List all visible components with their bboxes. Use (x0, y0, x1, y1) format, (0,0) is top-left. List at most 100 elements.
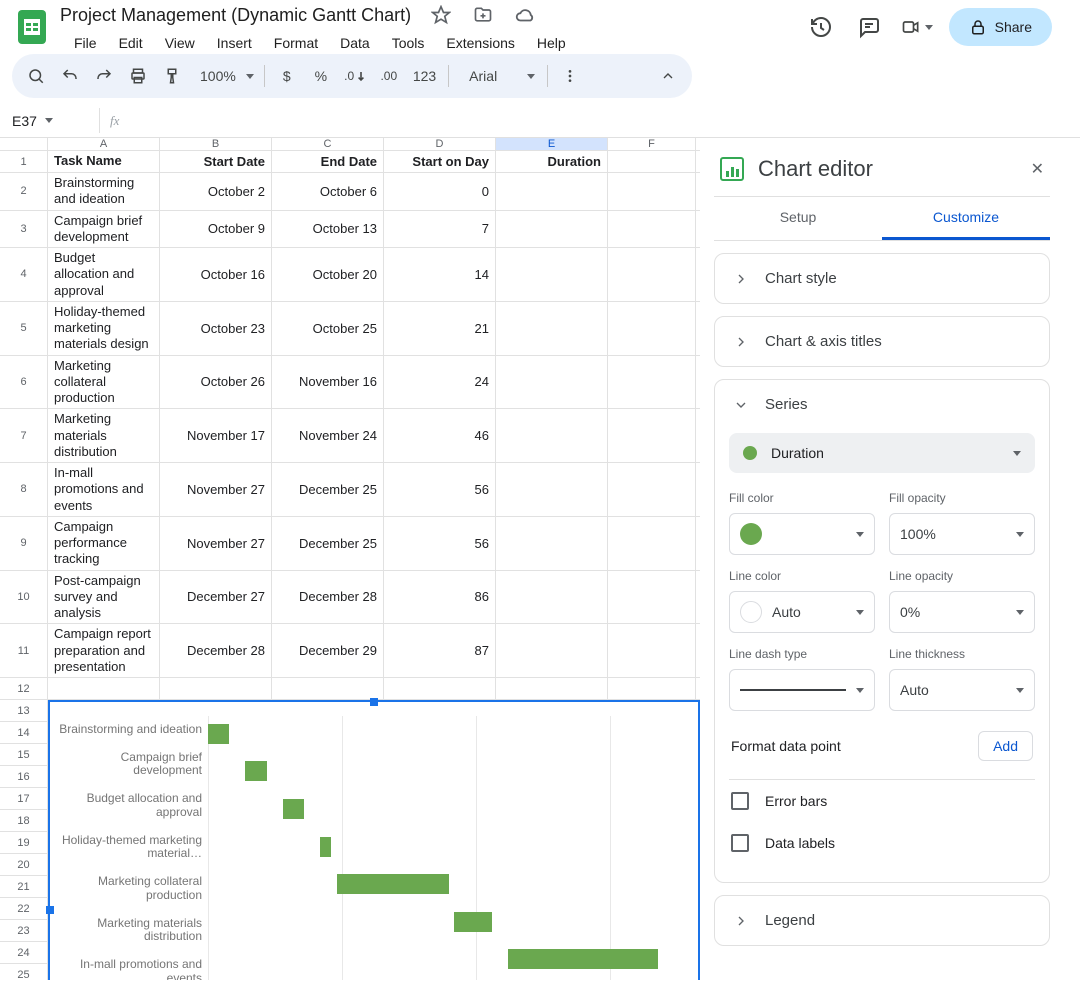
line-dash-select[interactable] (729, 669, 875, 711)
section-chart-axis-titles[interactable]: Chart & axis titles (715, 317, 1049, 366)
cell[interactable]: Campaign brief development (48, 211, 160, 248)
cell[interactable]: November 27 (160, 517, 272, 570)
row-header[interactable]: 2 (0, 173, 48, 210)
cell[interactable] (608, 356, 696, 409)
cell[interactable]: 24 (384, 356, 496, 409)
cell[interactable] (608, 248, 696, 301)
cell[interactable]: Post-campaign survey and analysis (48, 571, 160, 624)
cell[interactable]: November 24 (272, 409, 384, 462)
cell[interactable] (608, 463, 696, 516)
cell[interactable]: October 6 (272, 173, 384, 210)
meet-button[interactable] (901, 11, 933, 43)
col-header-F[interactable]: F (608, 138, 696, 150)
chart-bar[interactable] (508, 949, 658, 969)
row-header[interactable]: 4 (0, 248, 48, 301)
cell[interactable]: Start Date (160, 151, 272, 172)
cell[interactable]: December 25 (272, 517, 384, 570)
cell[interactable]: Marketing materials distribution (48, 409, 160, 462)
row-header[interactable]: 3 (0, 211, 48, 248)
cell[interactable] (496, 571, 608, 624)
menu-format[interactable]: Format (264, 31, 328, 55)
cell[interactable]: November 27 (160, 463, 272, 516)
row-header[interactable]: 18 (0, 810, 48, 831)
section-chart-style[interactable]: Chart style (715, 254, 1049, 303)
paint-format-icon[interactable] (156, 60, 188, 92)
row-header[interactable]: 5 (0, 302, 48, 355)
cell[interactable]: November 16 (272, 356, 384, 409)
cloud-status-icon[interactable] (509, 0, 541, 31)
increase-decimal-icon[interactable]: .00 (373, 60, 405, 92)
cell[interactable] (608, 173, 696, 210)
row-header[interactable]: 16 (0, 766, 48, 787)
row-header[interactable]: 21 (0, 876, 48, 897)
cell[interactable]: Campaign report preparation and presenta… (48, 624, 160, 677)
sheets-logo[interactable] (12, 7, 52, 47)
cell[interactable]: October 20 (272, 248, 384, 301)
row-header[interactable]: 6 (0, 356, 48, 409)
cell[interactable] (496, 356, 608, 409)
select-all-corner[interactable] (0, 138, 48, 150)
cell[interactable] (608, 409, 696, 462)
cell[interactable] (496, 173, 608, 210)
cell[interactable]: Task Name (48, 151, 160, 172)
number-format-button[interactable]: 123 (407, 60, 442, 92)
menu-file[interactable]: File (64, 31, 107, 55)
tab-setup[interactable]: Setup (714, 197, 882, 240)
zoom-select[interactable]: 100% (190, 60, 258, 92)
add-data-point-button[interactable]: Add (978, 731, 1033, 761)
cell[interactable]: 14 (384, 248, 496, 301)
cell[interactable]: October 25 (272, 302, 384, 355)
chart-bar[interactable] (320, 837, 331, 857)
line-color-select[interactable]: Auto (729, 591, 875, 633)
col-header-E[interactable]: E (496, 138, 608, 150)
cell[interactable]: End Date (272, 151, 384, 172)
more-toolbar-icon[interactable] (554, 60, 586, 92)
section-series[interactable]: Series (715, 380, 1049, 429)
currency-icon[interactable]: $ (271, 60, 303, 92)
series-select[interactable]: Duration (729, 433, 1035, 473)
share-button[interactable]: Share (949, 8, 1052, 46)
menu-help[interactable]: Help (527, 31, 576, 55)
fill-opacity-select[interactable]: 100% (889, 513, 1035, 555)
row-header[interactable]: 7 (0, 409, 48, 462)
cell[interactable] (608, 678, 696, 699)
collapse-toolbar-icon[interactable] (652, 60, 684, 92)
comments-icon[interactable] (853, 11, 885, 43)
row-header[interactable]: 17 (0, 788, 48, 809)
cell[interactable] (160, 678, 272, 699)
cell[interactable] (496, 463, 608, 516)
cell[interactable] (496, 409, 608, 462)
row-header[interactable]: 22 (0, 898, 48, 919)
cell[interactable] (608, 624, 696, 677)
close-panel-icon[interactable]: ✕ (1031, 159, 1044, 179)
cell[interactable]: October 9 (160, 211, 272, 248)
row-header[interactable]: 8 (0, 463, 48, 516)
row-header[interactable]: 23 (0, 920, 48, 941)
menu-extensions[interactable]: Extensions (436, 31, 524, 55)
col-header-C[interactable]: C (272, 138, 384, 150)
cell[interactable] (48, 678, 160, 699)
row-header[interactable]: 14 (0, 722, 48, 743)
name-box[interactable]: E37 (12, 108, 100, 133)
cell[interactable]: Budget allocation and approval (48, 248, 160, 301)
menu-data[interactable]: Data (330, 31, 380, 55)
cell[interactable]: 56 (384, 463, 496, 516)
row-header[interactable]: 25 (0, 964, 48, 980)
chart-bar[interactable] (337, 874, 449, 894)
cell[interactable]: October 23 (160, 302, 272, 355)
cell[interactable]: 46 (384, 409, 496, 462)
cell[interactable] (496, 517, 608, 570)
cell[interactable]: December 28 (160, 624, 272, 677)
cell[interactable] (608, 517, 696, 570)
cell[interactable]: In-mall promotions and events (48, 463, 160, 516)
chart-bar[interactable] (454, 912, 491, 932)
cell[interactable]: 87 (384, 624, 496, 677)
undo-icon[interactable] (54, 60, 86, 92)
move-icon[interactable] (467, 0, 499, 31)
cell[interactable]: December 29 (272, 624, 384, 677)
cell[interactable]: Start on Day (384, 151, 496, 172)
row-header[interactable]: 15 (0, 744, 48, 765)
row-header[interactable]: 9 (0, 517, 48, 570)
col-header-A[interactable]: A (48, 138, 160, 150)
cell[interactable] (608, 211, 696, 248)
